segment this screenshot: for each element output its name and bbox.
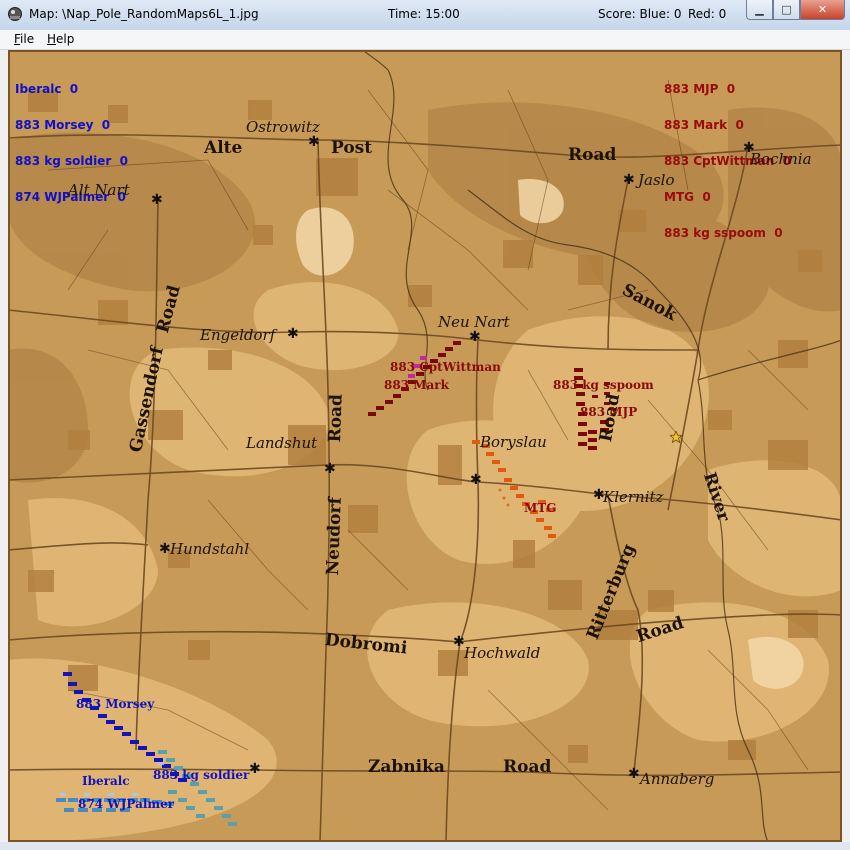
unit-label-mjp[interactable]: 883 MJP (580, 405, 637, 419)
close-button[interactable]: ✕ (800, 0, 845, 20)
app-icon (8, 7, 22, 21)
window-bottom-border (0, 842, 850, 850)
place-boryslau: Boryslau (480, 433, 547, 451)
label-road-center: Road (325, 393, 347, 443)
label-zabnika: Zabnika (368, 757, 445, 777)
label-alte: Alte (204, 138, 243, 158)
label-post: Post (331, 138, 373, 158)
blue-roster-entry: 883 kg soldier 0 (15, 154, 128, 168)
objective-star-icon[interactable] (670, 431, 682, 443)
score-blue: Score: Blue: 0 (598, 7, 682, 21)
label-road-south: Road (503, 757, 552, 777)
unit-label-mark[interactable]: 883 Mark (384, 378, 449, 392)
menu-help[interactable]: Help (47, 32, 74, 46)
score-red: Red: 0 (688, 7, 727, 21)
unit-label-morsey[interactable]: 883 Morsey (76, 697, 154, 711)
town-marker: ✱ (623, 172, 635, 188)
town-marker: ✱ (628, 766, 640, 782)
blue-roster-entry: 883 Morsey 0 (15, 118, 111, 132)
town-marker: ✱ (159, 541, 171, 557)
unit-label-cptwittman[interactable]: 883 CptWittman (390, 360, 501, 374)
red-roster-entry: 883 kg sspoom 0 (664, 226, 783, 240)
blue-roster: Iberalc 0 883 Morsey 0 883 kg soldier 0 … (15, 59, 128, 227)
place-bochnia: Bochnia (750, 150, 812, 168)
town-marker: ✱ (287, 326, 299, 342)
unit-label-mtg[interactable]: MTG (524, 501, 556, 515)
unit-label-wjpalmer[interactable]: 874 WJPalmer (78, 797, 174, 811)
town-marker: ✱ (151, 192, 163, 208)
window-controls: ▁ □ ✕ (746, 0, 845, 20)
town-marker: ✱ (453, 634, 465, 650)
town-marker: ✱ (308, 134, 320, 150)
place-hundstahl: Hundstahl (170, 540, 250, 558)
blue-roster-entry: Iberalc 0 (15, 82, 79, 96)
red-roster-entry: 883 Mark 0 (664, 118, 744, 132)
title-bar[interactable]: Map: \Nap_Pole_RandomMaps6L_1.jpg Time: … (0, 0, 850, 31)
town-marker: ✱ (249, 761, 261, 777)
menu-bar: File Help (0, 30, 850, 50)
place-landshut: Landshut (246, 434, 318, 452)
battle-map[interactable]: Iberalc 0 883 Morsey 0 883 kg soldier 0 … (8, 50, 842, 842)
place-alt-nart: Alt Nart (68, 181, 130, 199)
town-marker: ✱ (469, 329, 481, 345)
unit-label-iberalc[interactable]: Iberalc (82, 774, 130, 788)
label-neudorf: Neudorf (323, 496, 346, 576)
game-time: Time: 15:00 (388, 7, 460, 21)
maximize-button[interactable]: □ (773, 0, 800, 20)
place-jaslo: Jaslo (638, 171, 675, 189)
red-roster-entry: MTG 0 (664, 190, 711, 204)
label-road-north: Road (568, 145, 617, 165)
place-hochwald: Hochwald (464, 644, 541, 662)
town-marker: ✱ (470, 472, 482, 488)
place-annaberg: Annaberg (640, 770, 715, 788)
place-klernitz: Klernitz (603, 488, 664, 506)
town-marker: ✱ (324, 461, 336, 477)
window-title: Map: \Nap_Pole_RandomMaps6L_1.jpg (29, 7, 259, 21)
place-engeldorf: Engeldorf (200, 326, 276, 344)
unit-label-soldier[interactable]: 883 kg soldier (153, 768, 249, 782)
red-roster-entry: 883 MJP 0 (664, 82, 736, 96)
unit-label-sspoom[interactable]: 883 kg sspoom (553, 378, 654, 392)
menu-file[interactable]: File (14, 32, 34, 46)
minimize-button[interactable]: ▁ (746, 0, 773, 20)
